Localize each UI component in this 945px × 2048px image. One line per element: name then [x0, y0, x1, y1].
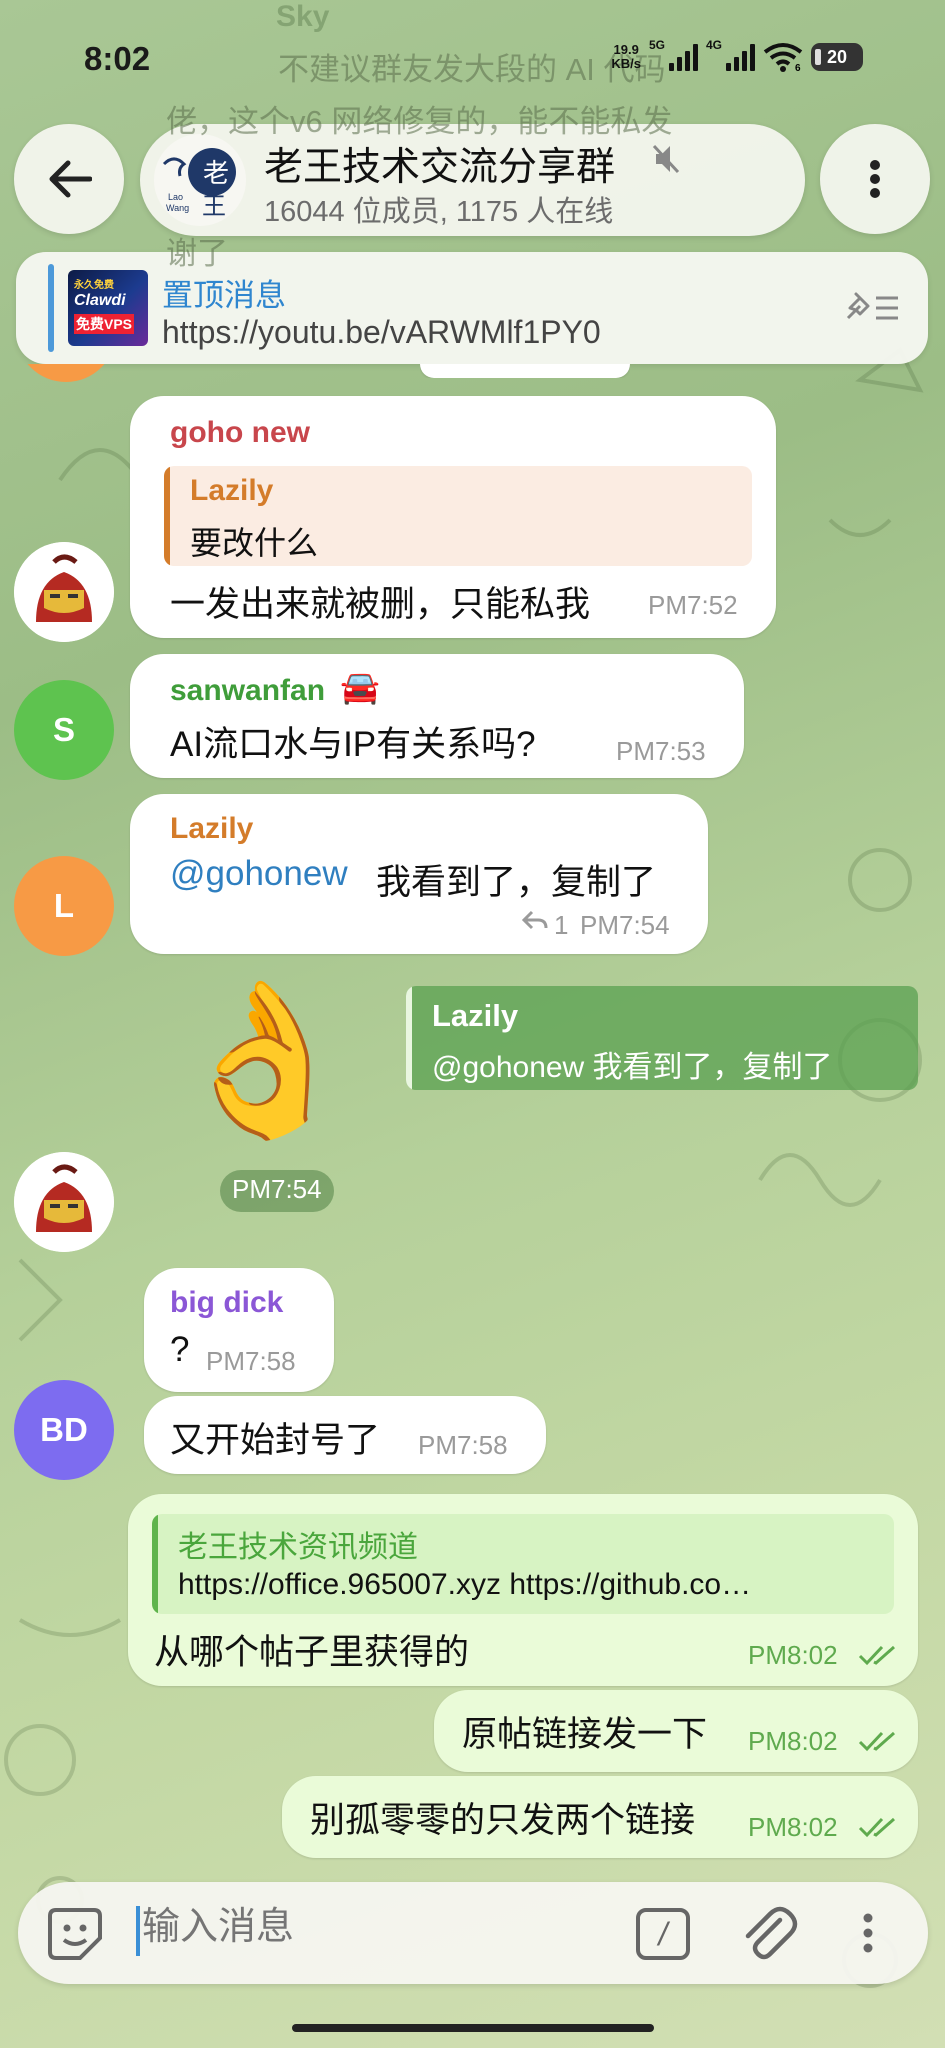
message-text: 一发出来就被删，只能私我 [170, 585, 591, 624]
sender-name[interactable]: sanwanfan [170, 674, 325, 708]
outgoing-message-bubble[interactable]: 别孤零零的只发两个链接 PM8:02 [282, 1776, 918, 1858]
peek-line-3: 谢了 [166, 236, 228, 271]
message-bubble[interactable]: sanwanfan 🚘 AI流口水与IP有关系吗? PM7:53 [130, 654, 744, 778]
slash-icon: / [658, 1915, 668, 1952]
message-time: PM8:02 [748, 1726, 838, 1756]
message-text: 我看到了，复制了 [376, 863, 657, 902]
ok-hand-sticker[interactable]: 👌 [170, 984, 357, 1134]
pinned-thumbnail: 永久免费 Clawdi 免费VPS [68, 270, 148, 346]
home-indicator[interactable] [292, 2024, 654, 2032]
peek-line-1: 不建议群友发大段的 AI 代码 [278, 52, 666, 87]
pinned-list-icon[interactable] [842, 286, 902, 326]
quote-sender: 老王技术资讯频道 [178, 1531, 418, 1564]
reply-count[interactable]: 1 [554, 910, 568, 941]
read-checkmarks-icon [858, 1817, 895, 1838]
peek-sender: Sky [276, 0, 330, 33]
pinned-title: 置顶消息 [162, 278, 286, 313]
bot-command-button[interactable]: / [636, 1908, 690, 1960]
message-text: 别孤零零的只发两个链接 [310, 1801, 696, 1840]
message-text: AI流口水与IP有关系吗? [170, 725, 536, 764]
quote-sender: Lazily [190, 474, 274, 507]
outgoing-message-bubble[interactable]: 原帖链接发一下 PM8:02 [434, 1690, 918, 1772]
message-time: PM7:58 [206, 1346, 296, 1376]
message-text: 原帖链接发一下 [462, 1715, 708, 1754]
group-title: 老王技术交流分享群 [264, 146, 616, 189]
ironman-avatar-icon [14, 1152, 114, 1252]
sticker-emoji-button[interactable] [46, 1904, 104, 1962]
reply-count-icon [522, 910, 548, 930]
svg-text:王: 王 [202, 192, 226, 220]
back-button[interactable] [14, 124, 124, 234]
more-vertical-icon [870, 160, 880, 198]
message-text: 从哪个帖子里获得的 [154, 1633, 470, 1672]
message-bubble[interactable]: big dick ? PM7:58 [144, 1268, 334, 1392]
pinned-text: https://youtu.be/vARWMlf1PY0 [162, 314, 601, 350]
outgoing-message-bubble[interactable]: 老王技术资讯频道 https://office.965007.xyz https… [128, 1494, 918, 1686]
attach-icon[interactable] [740, 1902, 798, 1964]
message-bubble[interactable]: 又开始封号了 PM7:58 [144, 1396, 546, 1474]
ironman-avatar-icon [14, 542, 114, 642]
member-count: 16044 位成员, 1175 人在线 [264, 196, 614, 228]
arrow-left-icon [49, 160, 92, 198]
quote-text: @gohonew 我看到了，复制了 [432, 1051, 833, 1084]
peek-line-2: 佬，这个v6 网络修复的，能不能私发 [166, 104, 673, 139]
group-logo-icon: 老 王 Lao Wang [162, 148, 236, 220]
read-checkmarks-icon [858, 1645, 895, 1666]
avatar-lazily[interactable]: L [14, 856, 114, 956]
mention-link[interactable]: @gohonew [170, 854, 348, 894]
pinned-indicator [48, 264, 54, 352]
avatar-big-dick[interactable]: BD [14, 1380, 114, 1480]
message-text: ? [170, 1330, 190, 1369]
message-composer: / [18, 1882, 928, 1984]
message-time: PM8:02 [748, 1640, 838, 1670]
signal-icon-1 [668, 43, 698, 71]
wifi-icon: 6 [763, 43, 803, 72]
system-icons: 19.9 KB/s 5G 4G 6 20 [611, 38, 863, 72]
muted-icon [652, 144, 680, 174]
message-input[interactable] [142, 1906, 482, 1949]
signal-icon-2 [726, 43, 755, 71]
avatar-goho-new[interactable] [14, 542, 114, 642]
sender-name[interactable]: big dick [170, 1286, 283, 1320]
sender-name[interactable]: goho new [170, 416, 310, 450]
read-checkmarks-icon [858, 1731, 895, 1752]
sim1-label: 5G [648, 38, 665, 52]
message-time: PM7:52 [648, 590, 738, 620]
status-bar: Sky 不建议群友发大段的 AI 代码 佬，这个v6 网络修复的，能不能私发 谢… [0, 0, 945, 271]
quote-text: https://office.965007.xyz https://github… [178, 1568, 752, 1601]
avatar-sanwanfan[interactable]: S [14, 680, 114, 780]
svg-text:老: 老 [203, 159, 229, 189]
reply-quote[interactable]: Lazily 要改什么 [164, 466, 752, 566]
battery-icon: 20 [811, 43, 863, 71]
message-bubble[interactable]: Lazily @gohonew 我看到了，复制了 1 PM7:54 [130, 794, 708, 954]
avatar-goho-new-2[interactable] [14, 1152, 114, 1252]
svg-text:Wang: Wang [166, 203, 189, 213]
text-caret [136, 1906, 140, 1956]
message-time: PM8:02 [748, 1812, 838, 1842]
sender-emoji: 🚘 [340, 669, 380, 705]
sim2-label: 4G [705, 38, 722, 52]
message-time: PM7:53 [616, 736, 706, 766]
svg-text:Lao: Lao [168, 192, 183, 202]
sender-name[interactable]: Lazily [170, 812, 253, 846]
message-text: 又开始封号了 [170, 1421, 381, 1460]
sticker-time: PM7:54 [220, 1170, 334, 1212]
network-speed: 19.9 KB/s [611, 42, 641, 71]
svg-text:6: 6 [795, 63, 801, 72]
message-time: PM7:58 [418, 1430, 508, 1460]
more-vertical-icon[interactable] [862, 1912, 874, 1954]
reply-quote[interactable]: 老王技术资讯频道 https://office.965007.xyz https… [152, 1514, 894, 1614]
message-time: PM7:54 [580, 910, 670, 940]
message-bubble[interactable]: goho new Lazily 要改什么 一发出来就被删，只能私我 PM7:52 [130, 396, 776, 638]
quote-sender: Lazily [432, 998, 519, 1033]
quote-text: 要改什么 [190, 525, 319, 561]
pinned-message-bar[interactable]: 永久免费 Clawdi 免费VPS 置顶消息 https://youtu.be/… [16, 252, 928, 364]
group-avatar: 老 王 Lao Wang [154, 134, 246, 226]
more-options-button[interactable] [820, 124, 930, 234]
clock: 8:02 [84, 40, 151, 77]
sticker-reply-quote[interactable]: Lazily @gohonew 我看到了，复制了 [406, 986, 918, 1090]
